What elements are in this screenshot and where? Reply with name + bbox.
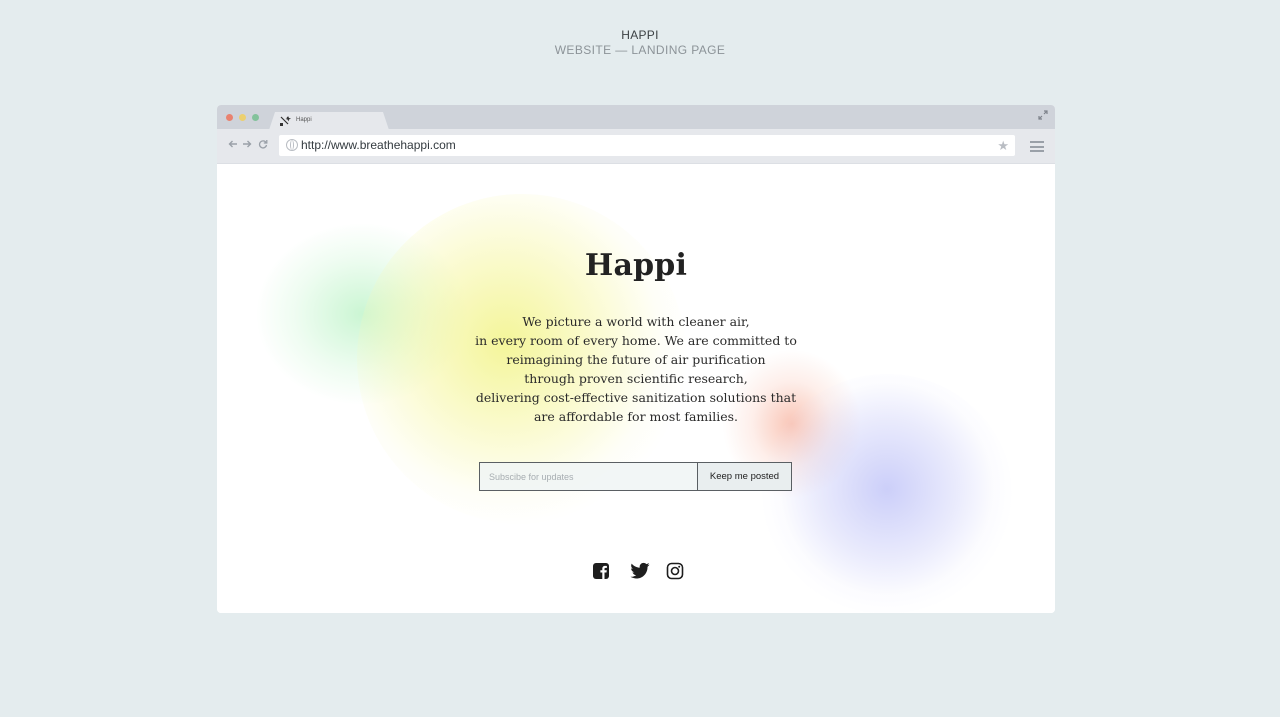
twitter-icon[interactable] — [630, 562, 650, 582]
tab-title: Happi — [296, 117, 312, 123]
back-icon[interactable] — [227, 139, 239, 151]
hero-line: We picture a world with cleaner air, — [522, 314, 750, 329]
hero-line: reimagining the future of air purificati… — [506, 352, 766, 367]
forward-icon[interactable] — [241, 139, 253, 151]
tab-strip: Happi — [217, 105, 1055, 129]
browser-window: Happi http://www.breathehappi.com ★ Happ… — [217, 105, 1055, 613]
hero-line: through proven scientific research, — [524, 371, 748, 386]
reload-icon[interactable] — [257, 139, 269, 151]
url-text[interactable]: http://www.breathehappi.com — [301, 138, 456, 152]
menu-icon[interactable] — [1030, 141, 1044, 152]
caption-title: HAPPI — [621, 28, 659, 42]
page-caption: HAPPI WEBSITE — LANDING PAGE — [0, 28, 1280, 58]
address-bar[interactable]: http://www.breathehappi.com ★ — [279, 135, 1015, 156]
keep-me-posted-button[interactable]: Keep me posted — [697, 462, 792, 491]
expand-icon[interactable] — [1037, 110, 1049, 122]
subscribe-form: Keep me posted — [479, 462, 792, 491]
minimize-window-button[interactable] — [239, 114, 246, 121]
hero-line: in every room of every home. We are comm… — [475, 333, 797, 348]
facebook-icon[interactable] — [592, 562, 612, 582]
hero-line: delivering cost-effective sanitization s… — [475, 390, 797, 405]
page-viewport: Happi We picture a world with cleaner ai… — [217, 164, 1055, 613]
instagram-icon[interactable] — [666, 562, 686, 582]
favicon-icon — [279, 115, 291, 127]
hero-description: We picture a world with cleaner air, in … — [436, 312, 836, 426]
browser-tab[interactable]: Happi — [269, 112, 389, 130]
globe-icon — [286, 139, 298, 151]
close-window-button[interactable] — [226, 114, 233, 121]
star-icon[interactable]: ★ — [997, 138, 1009, 154]
caption-subtitle: WEBSITE — LANDING PAGE — [554, 43, 726, 57]
hero-line: are affordable for most families. — [533, 409, 739, 424]
zoom-window-button[interactable] — [252, 114, 259, 121]
subscribe-email-input[interactable] — [479, 462, 697, 491]
browser-toolbar: http://www.breathehappi.com ★ — [217, 129, 1055, 164]
hero-title: Happi — [584, 248, 688, 283]
